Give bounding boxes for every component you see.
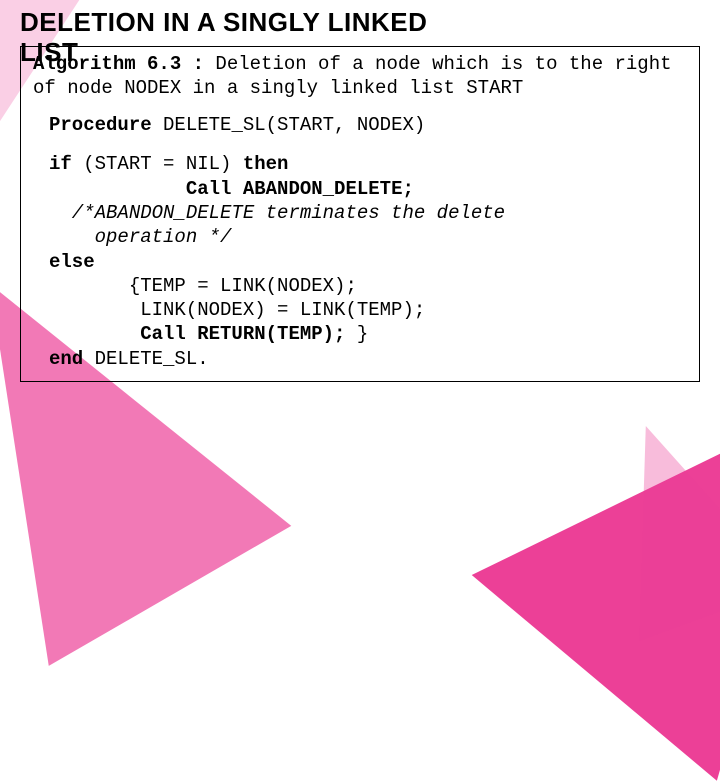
algorithm-box: Algorithm 6.3 : Deletion of a node which… bbox=[20, 46, 700, 382]
kw-then: then bbox=[243, 153, 289, 175]
close-brace: } bbox=[357, 323, 368, 345]
procedure-line: Procedure DELETE_SL(START, NODEX) bbox=[49, 114, 687, 136]
kw-if: if bbox=[49, 153, 72, 175]
kw-else: else bbox=[49, 251, 95, 273]
procedure-signature: DELETE_SL(START, NODEX) bbox=[152, 114, 426, 136]
stmt-link: LINK(NODEX) = LINK(TEMP); bbox=[49, 299, 425, 321]
procedure-keyword: Procedure bbox=[49, 114, 152, 136]
title-line-1: DELETION IN A SINGLY LINKED bbox=[20, 7, 427, 37]
stmt-temp: {TEMP = LINK(NODEX); bbox=[49, 275, 357, 297]
end-label: DELETE_SL. bbox=[83, 348, 208, 370]
comment-line-1: /*ABANDON_DELETE terminates the delete bbox=[49, 202, 505, 224]
slide-content: DELETION IN A SINGLY LINKED LIST Algorit… bbox=[0, 0, 720, 390]
algorithm-label: Algorithm 6.3 : bbox=[33, 53, 204, 75]
comment-line-2: operation */ bbox=[49, 226, 231, 248]
algorithm-code: if (START = NIL) then Call ABANDON_DELET… bbox=[49, 152, 687, 371]
call-return: RETURN(TEMP); bbox=[186, 323, 357, 345]
cond-text: (START = NIL) bbox=[72, 153, 243, 175]
call-return-kw: Call bbox=[49, 323, 186, 345]
call-abandon-kw: Call bbox=[49, 178, 231, 200]
algorithm-intro: Algorithm 6.3 : Deletion of a node which… bbox=[33, 53, 687, 101]
kw-end: end bbox=[49, 348, 83, 370]
call-abandon: ABANDON_DELETE; bbox=[231, 178, 413, 200]
